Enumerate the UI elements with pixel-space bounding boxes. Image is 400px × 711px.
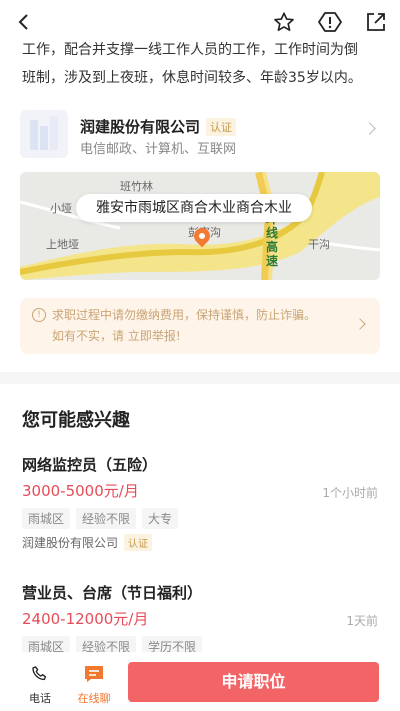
job-card[interactable]: 营业员、台席（节日福利） 2400-12000元/月 1天前 雨城区 经验不限 …: [22, 582, 382, 657]
chevron-right-icon: [354, 318, 366, 330]
job-title: 网络监控员（五险）: [22, 456, 158, 474]
job-card[interactable]: 网络监控员（五险） 3000-5000元/月 1个小时前 雨城区 经验不限 大专…: [22, 454, 382, 554]
job-title: 营业员、台席（节日福利）: [22, 584, 203, 602]
job-time: 1天前: [346, 614, 378, 628]
job-tag: 大专: [142, 508, 179, 529]
phone-button[interactable]: 电话: [22, 664, 58, 706]
fraud-warning[interactable]: ! 求职过程中请勿缴纳费用，保持谨慎，防止诈骗。 如有不实，请 立即举报!: [20, 298, 380, 354]
chevron-right-icon: [363, 122, 376, 135]
description-line: 班制，涉及到上夜班，休息时间较多、年龄35岁以内。: [22, 70, 362, 86]
chat-label: 在线聊: [77, 692, 111, 705]
info-icon: !: [32, 308, 46, 322]
address-bubble: 雅安市雨城区商合木业商合木业: [76, 194, 312, 222]
section-divider: [0, 372, 400, 384]
bottom-bar: 电话 在线聊 申请职位: [0, 652, 400, 711]
chat-icon: [85, 666, 103, 682]
phone-icon: [32, 666, 47, 681]
cert-badge: 认证: [124, 534, 153, 551]
apply-button[interactable]: 申请职位: [128, 662, 379, 702]
cert-badge: 认证: [206, 118, 237, 136]
report-link[interactable]: 如有不实，请 立即举报!: [52, 327, 181, 344]
company-card[interactable]: 润建股份有限公司 认证 电信邮政、计算机、互联网: [20, 110, 380, 158]
share-icon[interactable]: [362, 8, 390, 36]
star-icon[interactable]: [270, 8, 298, 36]
job-salary: 3000-5000元/月: [22, 482, 139, 500]
map-label: 上地垭: [46, 238, 79, 251]
company-name-row: 润建股份有限公司 认证: [80, 116, 237, 137]
location-map[interactable]: 班竹林 小垭 上地垭 彭家沟 干沟 环线高速 雅安市雨城区商合木业商合木业: [20, 172, 380, 280]
job-tag: 经验不限: [76, 508, 137, 529]
description-line: 工作，配合并支撑一线工作人员的工作，工作时间为倒: [22, 42, 358, 58]
job-tags: 雨城区 经验不限 大专: [22, 508, 179, 529]
company-industry: 电信邮政、计算机、互联网: [80, 142, 237, 157]
company-logo: [20, 110, 68, 158]
map-label: 小垭: [50, 202, 72, 215]
map-label: 班竹林: [120, 180, 153, 193]
job-company-name: 润建股份有限公司: [22, 536, 119, 550]
job-salary: 2400-12000元/月: [22, 610, 149, 628]
job-time: 1个小时前: [322, 486, 378, 500]
warning-text: 求职过程中请勿缴纳费用，保持谨慎，防止诈骗。: [52, 308, 317, 322]
report-icon[interactable]: [316, 8, 344, 36]
map-label: 干沟: [308, 238, 330, 251]
company-name: 润建股份有限公司: [80, 118, 201, 136]
chat-button[interactable]: 在线聊: [72, 664, 116, 706]
job-company: 润建股份有限公司 认证: [22, 534, 153, 551]
section-title: 您可能感兴趣: [22, 410, 130, 431]
phone-label: 电话: [29, 692, 51, 705]
job-description: 工作，配合并支撑一线工作人员的工作，工作时间为倒 班制，涉及到上夜班，休息时间较…: [22, 36, 382, 92]
job-tag: 雨城区: [22, 508, 71, 529]
back-icon[interactable]: [10, 8, 38, 36]
